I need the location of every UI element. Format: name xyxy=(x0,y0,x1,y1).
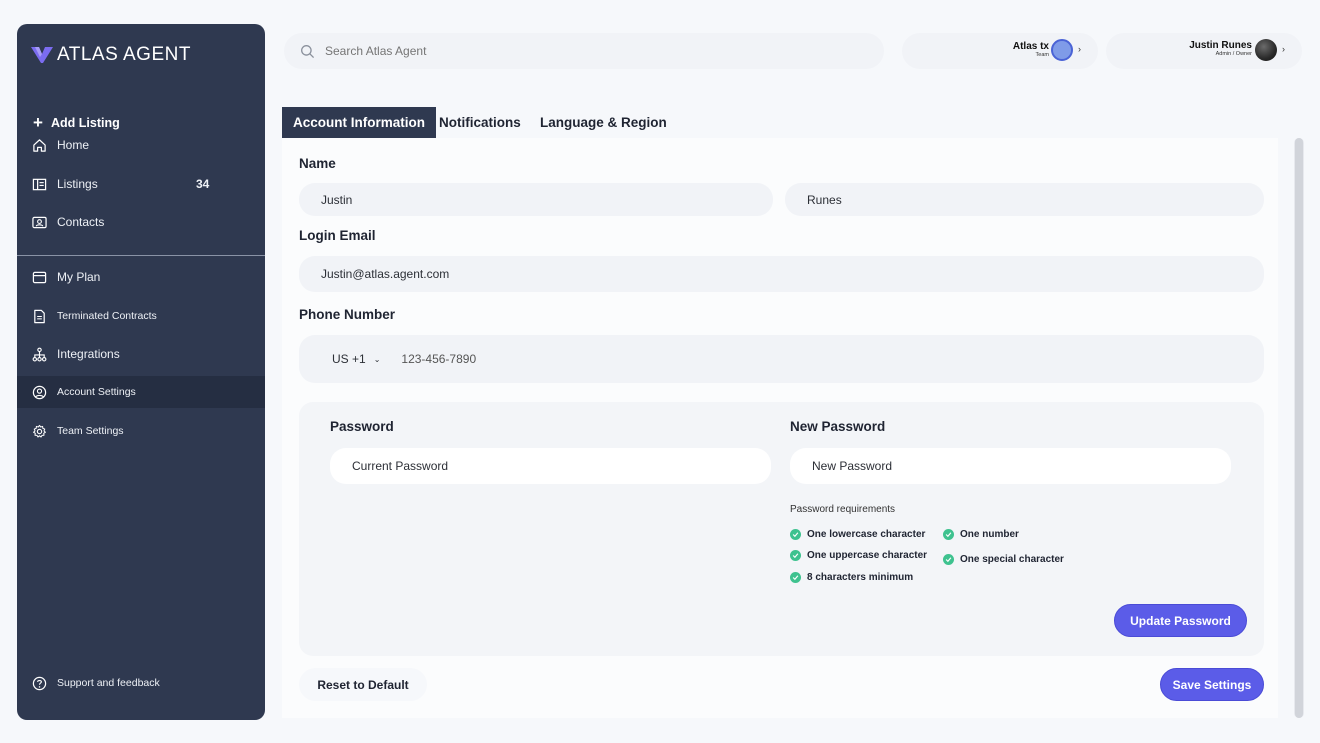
requirement-text: One special character xyxy=(960,554,1064,565)
sidebar-item-label: My Plan xyxy=(57,270,101,284)
first-name-value: Justin xyxy=(321,192,353,207)
requirement-text: One number xyxy=(960,529,1019,540)
new-password-label: New Password xyxy=(790,419,886,434)
sidebar-item-label: Listings xyxy=(57,177,98,191)
user-role: Admin / Owner xyxy=(1215,51,1252,57)
chevron-right-icon: › xyxy=(1078,44,1081,54)
sidebar: ATLAS AGENT + Add Listing Home Listings … xyxy=(17,24,265,720)
add-listing-label: Add Listing xyxy=(51,116,120,130)
team-avatar xyxy=(1051,39,1073,61)
login-email-label: Login Email xyxy=(299,228,376,243)
phone-field[interactable]: US +1 ⌄ 123-456-7890 xyxy=(299,335,1264,383)
password-label: Password xyxy=(330,419,394,434)
sidebar-item-integrations[interactable]: Integrations xyxy=(17,338,265,370)
requirement-min-length: 8 characters minimum xyxy=(790,572,913,583)
search-input[interactable] xyxy=(325,44,845,58)
avatar xyxy=(1255,39,1277,61)
support-label: Support and feedback xyxy=(57,677,160,689)
help-icon xyxy=(31,675,47,691)
home-icon xyxy=(31,137,47,153)
requirement-text: One uppercase character xyxy=(807,550,928,561)
sidebar-item-label: Contacts xyxy=(57,215,105,229)
sidebar-item-label: Team Settings xyxy=(57,425,124,437)
email-value: Justin@atlas.agent.com xyxy=(321,267,450,281)
check-icon xyxy=(790,529,801,540)
gear-icon xyxy=(31,423,47,439)
tab-label: Language & Region xyxy=(540,115,667,130)
team-name: Atlas tx xyxy=(1012,41,1049,52)
sidebar-item-listings[interactable]: Listings 34 xyxy=(17,168,265,200)
add-listing-button[interactable]: + Add Listing xyxy=(33,113,120,132)
tab-label: Account Information xyxy=(293,115,425,130)
tab-language-region[interactable]: Language & Region xyxy=(540,107,667,138)
sidebar-item-terminated-contracts[interactable]: Terminated Contracts xyxy=(17,300,265,332)
country-code-value: US +1 xyxy=(332,352,366,366)
check-icon xyxy=(790,572,801,583)
listings-icon xyxy=(31,176,47,192)
tab-notifications[interactable]: Notifications xyxy=(439,107,521,138)
current-password-field[interactable]: Current Password xyxy=(330,448,771,484)
document-icon xyxy=(31,308,47,324)
sidebar-item-label: Terminated Contracts xyxy=(57,310,157,322)
phone-value: 123-456-7890 xyxy=(401,352,477,366)
requirement-text: One lowercase character xyxy=(807,529,926,540)
name-label: Name xyxy=(299,156,336,171)
chevron-right-icon: › xyxy=(1282,44,1285,54)
sidebar-item-contacts[interactable]: Contacts xyxy=(17,206,265,238)
search-icon xyxy=(301,44,315,58)
sidebar-item-label: Home xyxy=(57,138,90,152)
new-password-placeholder: New Password xyxy=(812,459,893,473)
tab-label: Notifications xyxy=(439,115,521,130)
password-requirements-title: Password requirements xyxy=(790,504,896,515)
sidebar-item-home[interactable]: Home xyxy=(17,129,265,161)
first-name-field[interactable]: Justin xyxy=(299,183,773,216)
reset-to-default-button[interactable]: Reset to Default xyxy=(299,668,427,701)
support-feedback-link[interactable]: Support and feedback xyxy=(17,667,265,699)
requirement-lowercase: One lowercase character xyxy=(790,529,925,540)
requirement-number: One number xyxy=(943,529,1019,540)
sidebar-item-label: Account Settings xyxy=(57,386,136,398)
last-name-field[interactable]: Runes xyxy=(785,183,1264,216)
plan-icon xyxy=(31,269,47,285)
requirement-text: 8 characters minimum xyxy=(807,572,914,583)
user-menu[interactable]: Justin Runes Admin / Owner › xyxy=(1106,33,1302,69)
sidebar-item-account-settings[interactable]: Account Settings xyxy=(17,376,265,408)
requirement-special: One special character xyxy=(943,554,1064,565)
last-name-value: Runes xyxy=(807,192,842,207)
check-icon xyxy=(790,550,801,561)
integrations-icon xyxy=(31,346,47,362)
phone-number-label: Phone Number xyxy=(299,307,396,322)
tab-account-information[interactable]: Account Information xyxy=(282,107,436,138)
email-field[interactable]: Justin@atlas.agent.com xyxy=(299,256,1264,292)
brand-logo[interactable]: ATLAS AGENT xyxy=(31,44,191,66)
update-password-button[interactable]: Update Password xyxy=(1114,604,1247,637)
team-role: Team xyxy=(1035,52,1049,58)
listings-count-badge: 34 xyxy=(196,177,210,191)
sidebar-item-my-plan[interactable]: My Plan xyxy=(17,261,265,293)
sidebar-item-label: Integrations xyxy=(57,347,120,361)
team-switcher[interactable]: Atlas tx Team › xyxy=(902,33,1098,69)
check-icon xyxy=(943,554,954,565)
country-code-select[interactable]: US +1 ⌄ xyxy=(332,352,380,366)
sidebar-item-team-settings[interactable]: Team Settings xyxy=(17,415,265,447)
atlas-logo-icon xyxy=(31,47,53,63)
scrollbar-thumb[interactable] xyxy=(1295,138,1303,718)
current-password-placeholder: Current Password xyxy=(352,459,449,473)
save-settings-button[interactable]: Save Settings xyxy=(1160,668,1264,701)
user-name: Justin Runes xyxy=(1189,40,1252,51)
save-label: Save Settings xyxy=(1172,677,1252,692)
contacts-icon xyxy=(31,214,47,230)
requirement-uppercase: One uppercase character xyxy=(790,550,927,561)
sidebar-divider xyxy=(17,255,265,256)
search-bar[interactable] xyxy=(284,33,884,69)
reset-label: Reset to Default xyxy=(317,677,409,692)
new-password-field[interactable]: New Password xyxy=(790,448,1231,484)
check-icon xyxy=(943,529,954,540)
account-icon xyxy=(31,384,47,400)
brand-name: ATLAS AGENT xyxy=(57,44,191,65)
chevron-down-icon: ⌄ xyxy=(373,354,381,364)
update-password-label: Update Password xyxy=(1130,613,1231,628)
plus-icon: + xyxy=(33,113,43,132)
